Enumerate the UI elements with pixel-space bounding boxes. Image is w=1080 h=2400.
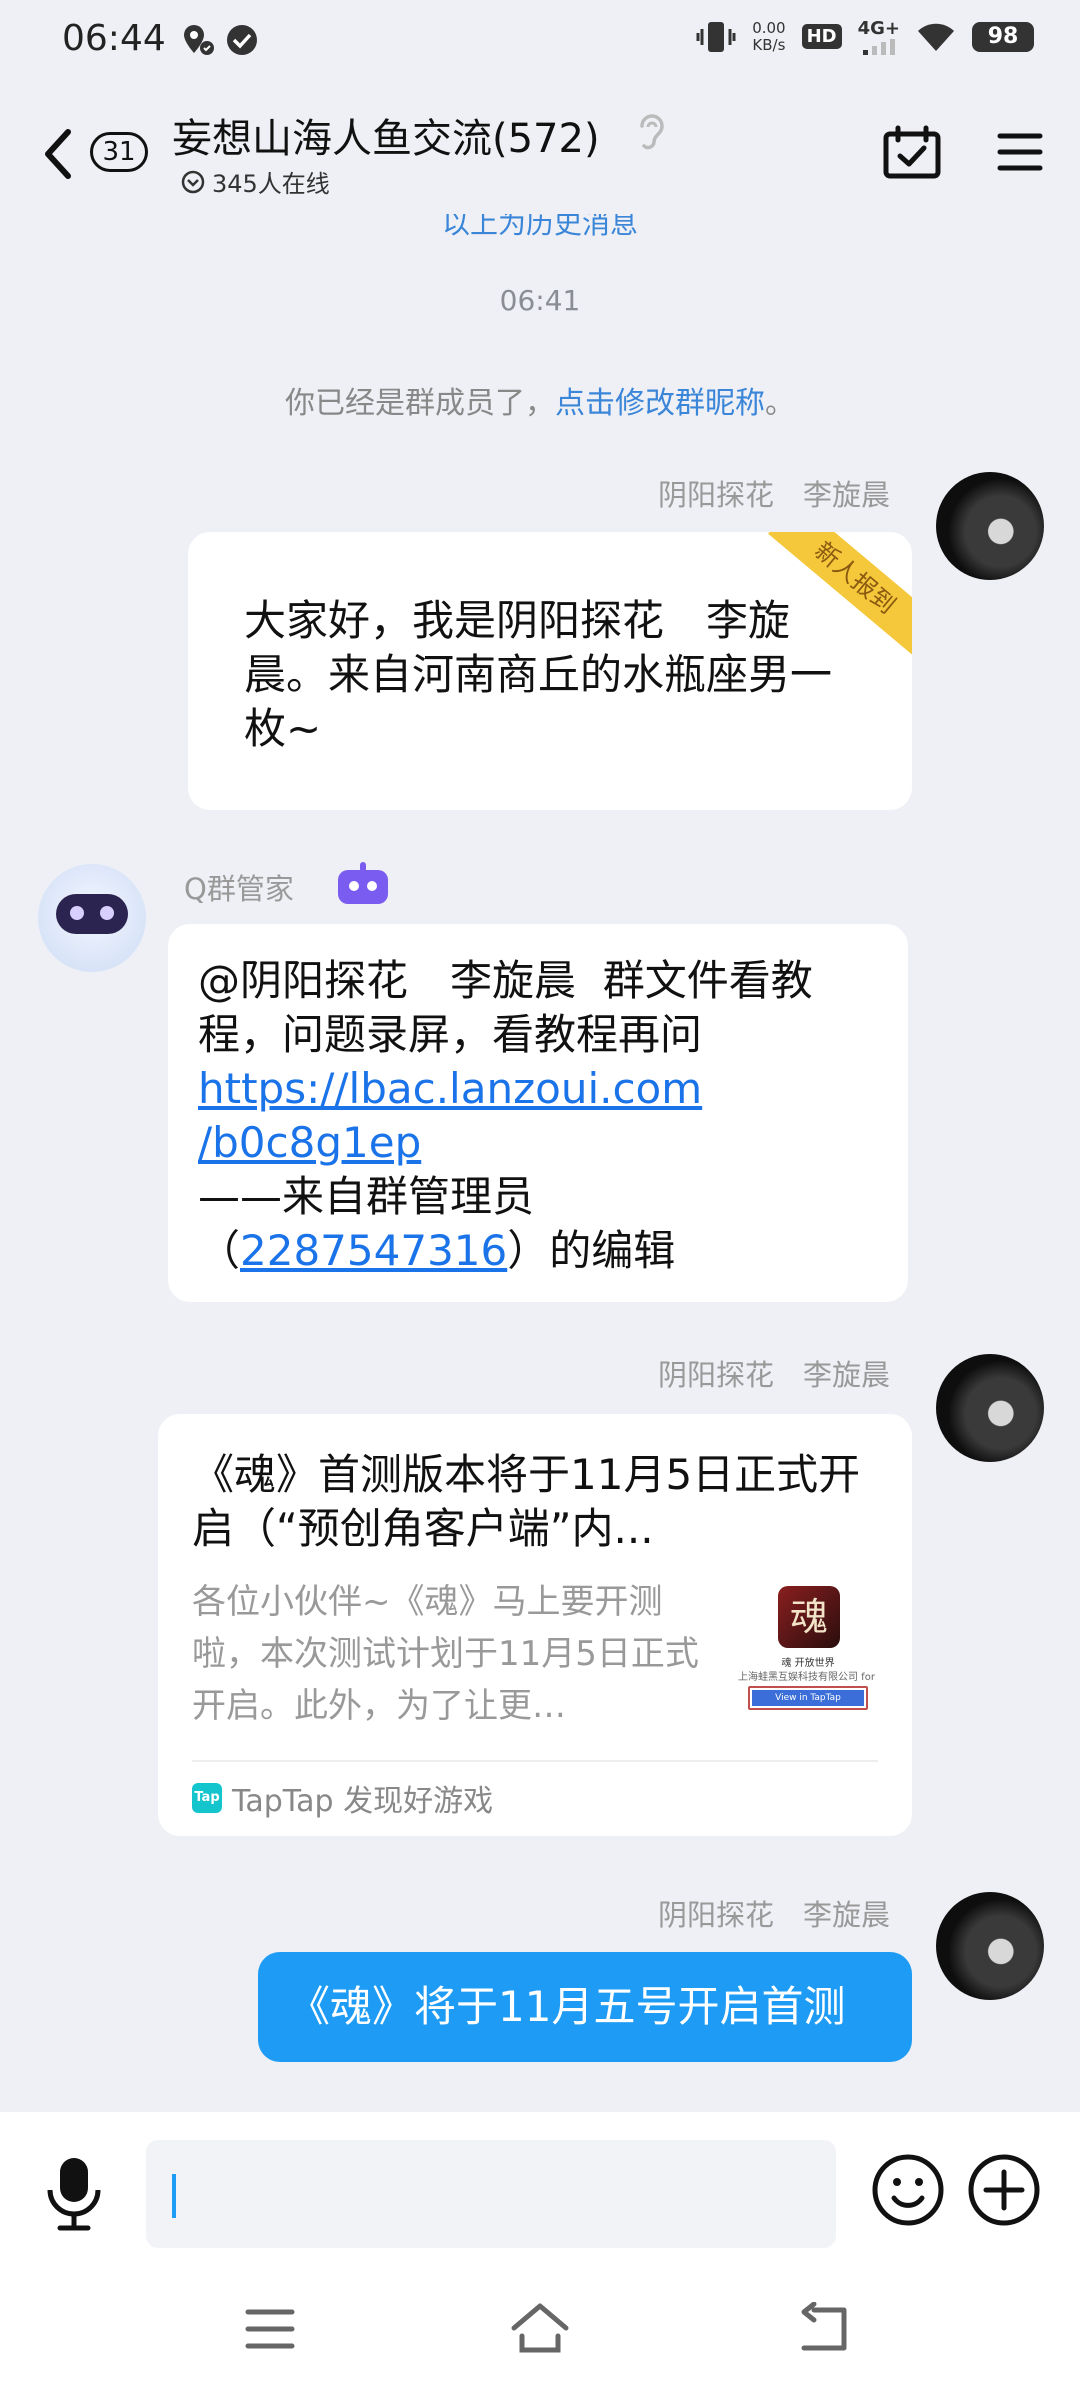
bot-eye	[100, 906, 114, 920]
message-text: 大家好，我是阴阳探花 李旋晨。来自河南商丘的水瓶座男一枚~	[244, 596, 833, 753]
url-link[interactable]: https://lbac.lanzoui.com	[198, 1064, 702, 1113]
system-notice-suffix: 。	[765, 386, 795, 421]
avatar[interactable]	[936, 1354, 1044, 1462]
bot-eye	[70, 906, 84, 920]
network-type: 4G+	[857, 18, 900, 39]
game-icon: 魂	[778, 1586, 840, 1648]
editor-suffix: ）的编辑	[507, 1226, 676, 1275]
location-check-icon	[184, 25, 214, 55]
bot-face	[56, 894, 128, 934]
status-right: 0.00 KB/s HD 4G+ 98	[696, 18, 1034, 55]
editor-prefix: （	[198, 1226, 241, 1275]
message-bubble[interactable]: 新人报到 大家好，我是阴阳探花 李旋晨。来自河南商丘的水瓶座男一枚~	[188, 532, 912, 810]
sender-name: 阴阳探花 李旋晨	[657, 1898, 890, 1932]
sender-name: Q群管家	[184, 872, 294, 906]
network-speed: 0.00 KB/s	[752, 18, 786, 54]
online-status: 345人在线	[180, 164, 330, 199]
message-bubble[interactable]: @阴阳探花 李旋晨 群文件看教程，问题录屏，看教程再问 https://lbac…	[168, 924, 908, 1302]
card-description: 各位小伙伴~《魂》马上要开测啦，本次测试计划于11月5日正式开启。此外，为了让更…	[192, 1582, 699, 1726]
network-speed-value: 0.00	[752, 18, 786, 37]
signal-icon	[862, 39, 895, 55]
message-text: 《魂》将于11月五号开启首测	[288, 1982, 846, 2031]
group-title[interactable]: 妄想山海人鱼交流(572)	[172, 106, 600, 164]
sender-name: 阴阳探花 李旋晨	[657, 478, 890, 512]
vibrate-icon	[696, 21, 736, 52]
sender-name: 阴阳探花 李旋晨	[657, 1358, 890, 1392]
taptap-logo-icon: Tap	[192, 1783, 222, 1813]
message-input[interactable]	[146, 2140, 836, 2248]
emoji-icon[interactable]	[870, 2152, 946, 2228]
online-count: 345人在线	[212, 170, 330, 198]
qq-number-link[interactable]: 2287547316	[240, 1226, 507, 1275]
message-timestamp: 06:41	[499, 284, 581, 317]
message-bubble-sent[interactable]: 《魂》将于11月五号开启首测	[258, 1952, 912, 2062]
message-text: @阴阳探花 李旋晨 群文件看教程，问题录屏，看教程再问 https://lbac…	[198, 954, 888, 1278]
url-link-continued[interactable]: /b0c8g1ep	[198, 1118, 421, 1167]
battery-indicator: 98	[972, 21, 1034, 52]
plus-icon[interactable]	[966, 2152, 1042, 2228]
status-bar: 06:44 0.00 KB/s HD 4G+ 98	[0, 0, 1080, 84]
robot-icon	[338, 862, 388, 904]
text-cursor	[172, 2174, 176, 2218]
card-thumb-company: 上海蛙黑互娱科技有限公司 for ii	[738, 1672, 878, 1683]
nav-back-icon[interactable]	[798, 2302, 852, 2354]
card-thumb-button-frame: View in TapTap	[748, 1686, 868, 1710]
wifi-icon	[918, 23, 954, 51]
card-divider	[192, 1760, 878, 1762]
chevron-circle-icon	[181, 170, 205, 193]
card-source: Tap TapTap 发现好游戏	[192, 1776, 493, 1820]
card-thumbnail: 魂 魂 开放世界 上海蛙黑互娱科技有限公司 for ii View in Tap…	[738, 1580, 878, 1720]
card-source-text: TapTap 发现好游戏	[232, 1784, 494, 1819]
signature-line: ——来自群管理员	[198, 1172, 535, 1221]
system-notice-text: 你已经是群成员了，	[285, 386, 555, 421]
avatar[interactable]	[936, 1892, 1044, 2000]
mention[interactable]: @阴阳探花 李旋晨	[198, 956, 576, 1005]
nav-home-icon[interactable]	[508, 2300, 572, 2356]
mic-icon[interactable]	[42, 2154, 106, 2232]
status-time: 06:44	[62, 18, 166, 59]
link-card[interactable]: 《魂》首测版本将于11月5日正式开启（“预创角客户端”内... 各位小伙伴~《魂…	[158, 1414, 912, 1836]
calendar-check-icon[interactable]	[882, 124, 942, 180]
system-nav-bar	[0, 2262, 1080, 2400]
back-arrow-icon[interactable]	[36, 124, 86, 184]
avatar[interactable]	[936, 472, 1044, 580]
hd-badge: HD	[801, 24, 842, 49]
input-bar	[0, 2112, 1080, 2262]
unread-count-badge[interactable]: 31	[90, 132, 148, 172]
ear-icon[interactable]	[634, 110, 670, 154]
card-title: 《魂》首测版本将于11月5日正式开启（“预创角客户端”内...	[192, 1450, 861, 1553]
nav-menu-icon[interactable]	[244, 2306, 296, 2352]
menu-icon[interactable]	[996, 128, 1044, 176]
card-thumb-button: View in TapTap	[752, 1690, 864, 1706]
check-circle-icon	[227, 25, 257, 55]
card-thumb-subtitle: 魂 开放世界	[781, 1658, 835, 1669]
chat-header: 31 妄想山海人鱼交流(572) 345人在线	[0, 84, 1080, 214]
network-speed-unit: KB/s	[752, 35, 786, 54]
system-notice: 你已经是群成员了，点击修改群昵称。	[0, 378, 1080, 422]
bot-avatar[interactable]	[38, 864, 146, 972]
cell-signal: 4G+	[858, 18, 900, 55]
edit-nickname-link[interactable]: 点击修改群昵称	[555, 386, 765, 421]
